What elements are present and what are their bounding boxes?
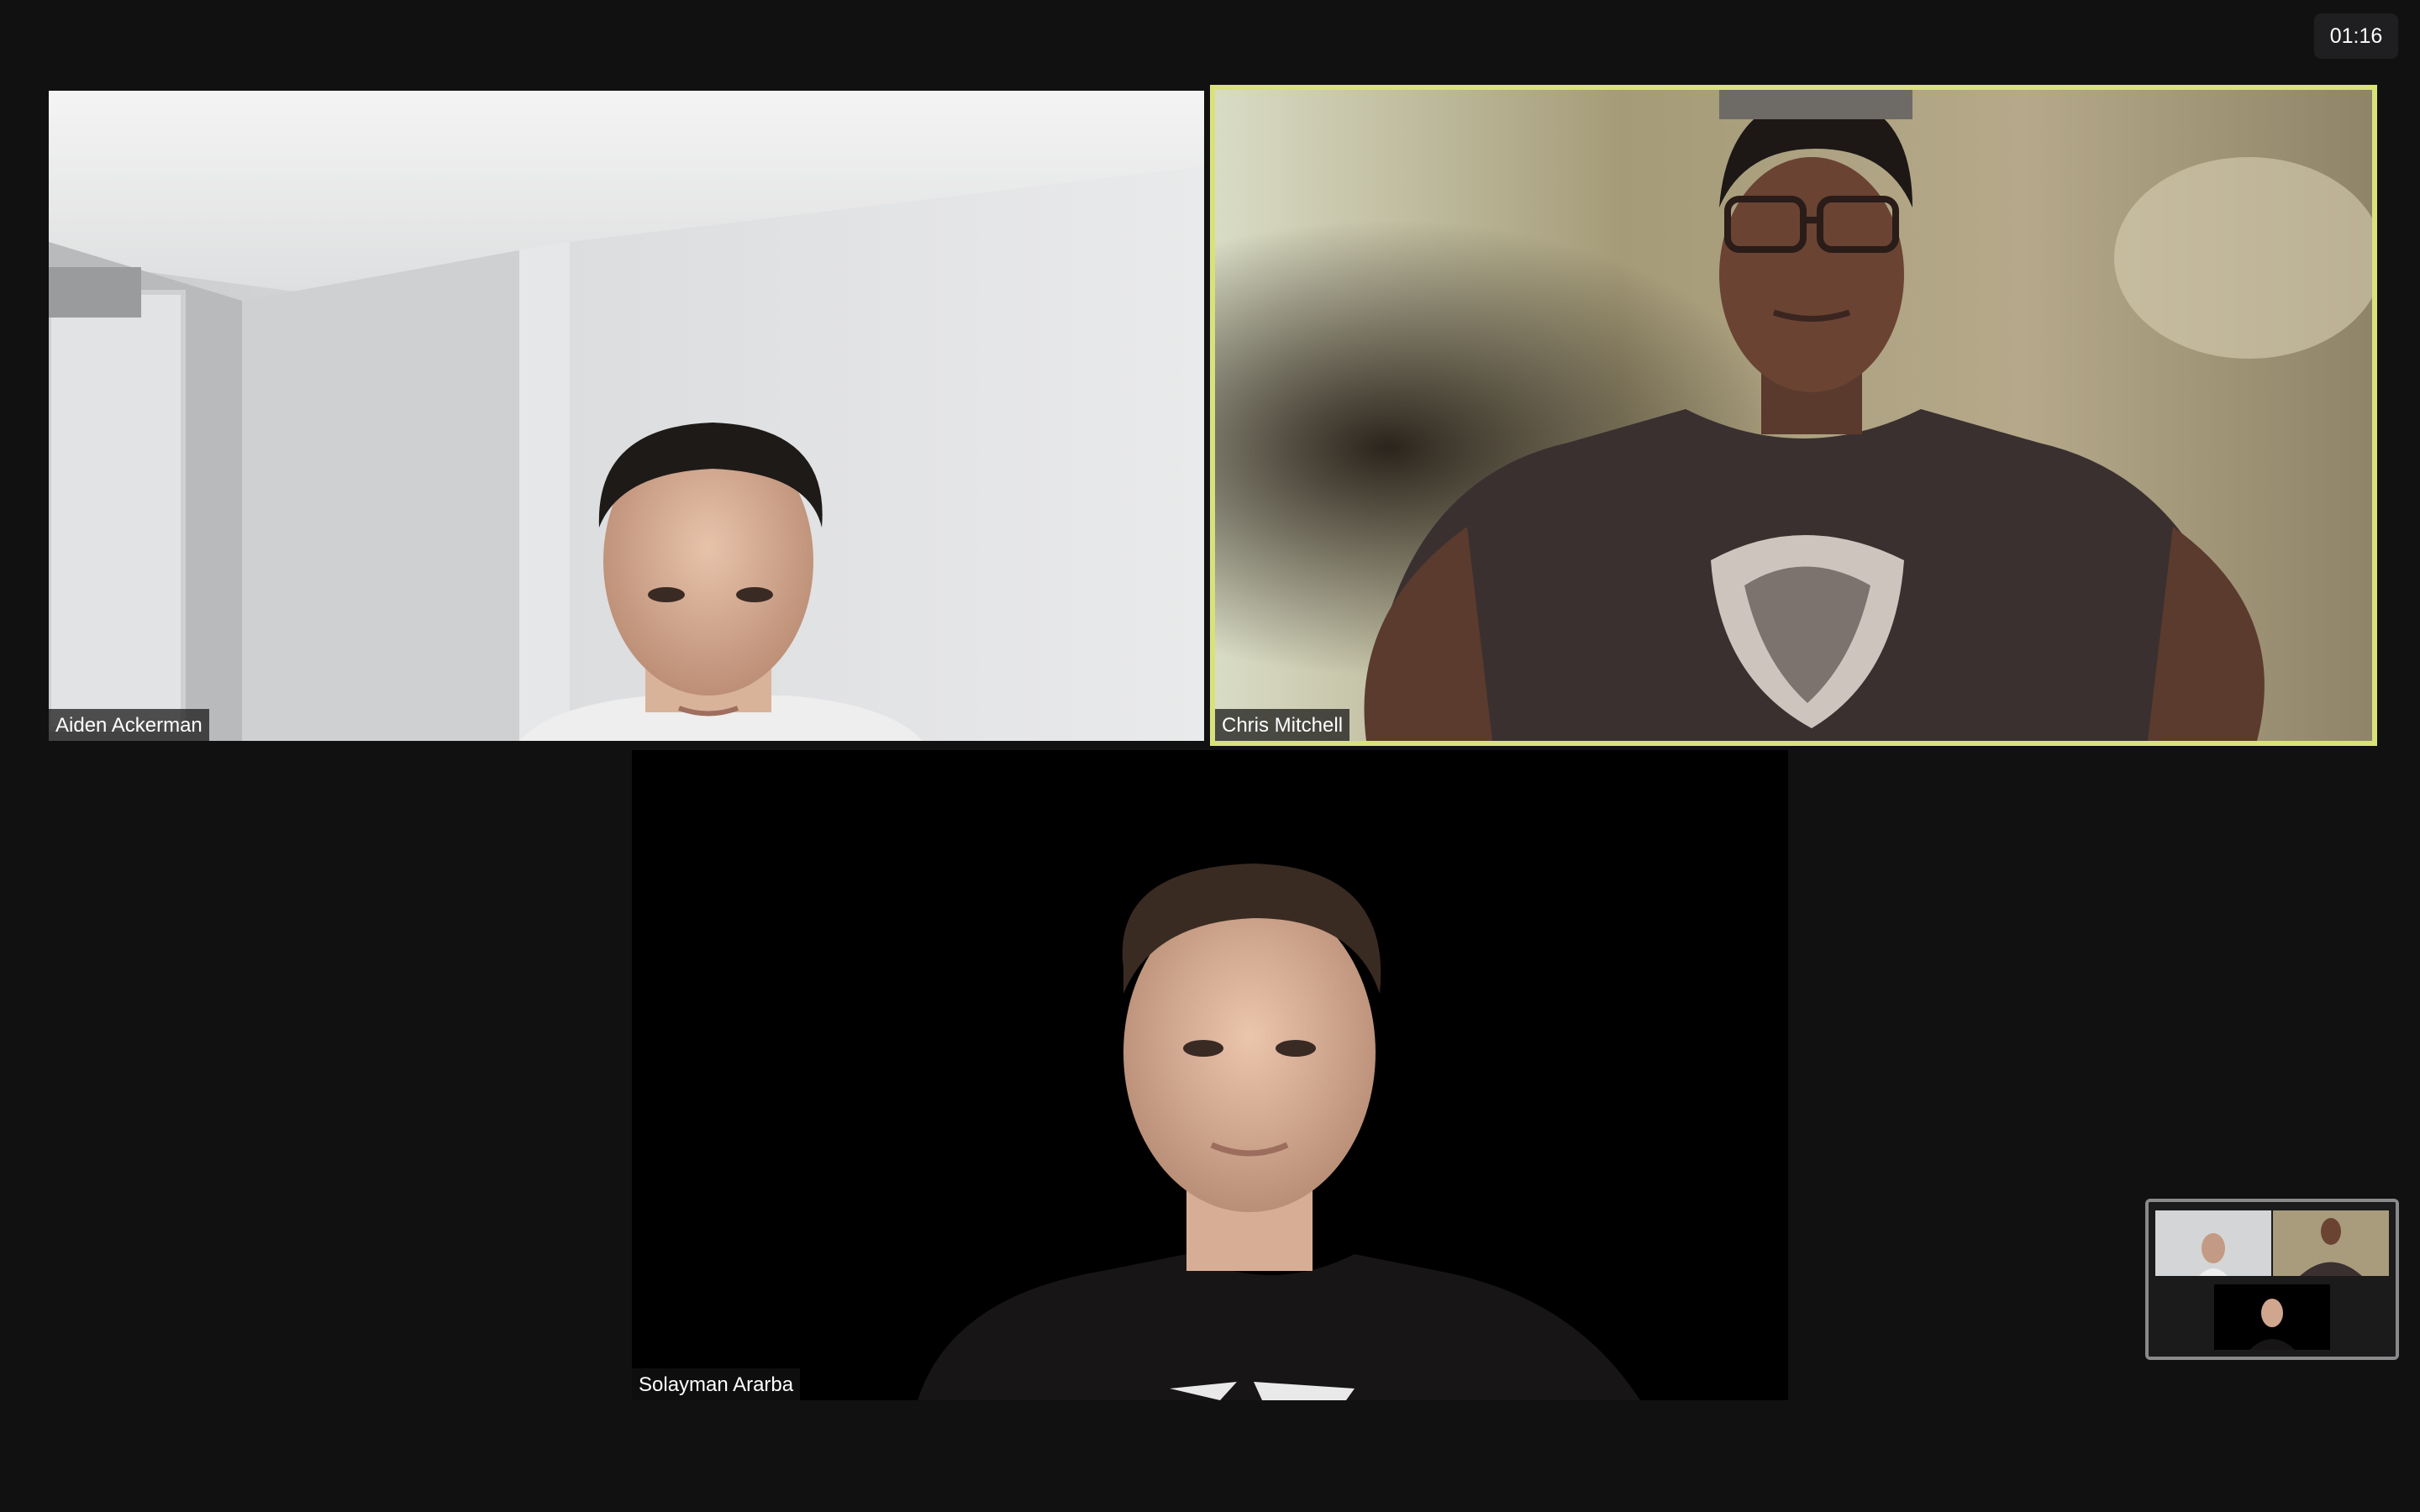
video-tile-aiden-ackerman[interactable]: Aiden Ackerman (49, 91, 1204, 741)
video-feed (1215, 90, 2372, 741)
participant-name-label: Solayman Ararba (632, 1368, 801, 1400)
meeting-timer: 01:16 (2314, 13, 2398, 59)
video-tile-solayman-ararba[interactable]: Solayman Ararba (632, 750, 1788, 1400)
thumbnail-preview (2149, 1202, 2396, 1357)
participant-name-label: Aiden Ackerman (49, 709, 209, 741)
video-feed (632, 750, 1788, 1400)
video-feed (49, 91, 1204, 741)
gallery-thumbnail[interactable] (2145, 1199, 2399, 1360)
participant-name-label: Chris Mitchell (1215, 709, 1350, 741)
video-tile-chris-mitchell[interactable]: Chris Mitchell (1210, 85, 2377, 746)
meeting-window: 01:16 Aiden Ackerman Chris Mitchell Sola… (0, 0, 2420, 1512)
